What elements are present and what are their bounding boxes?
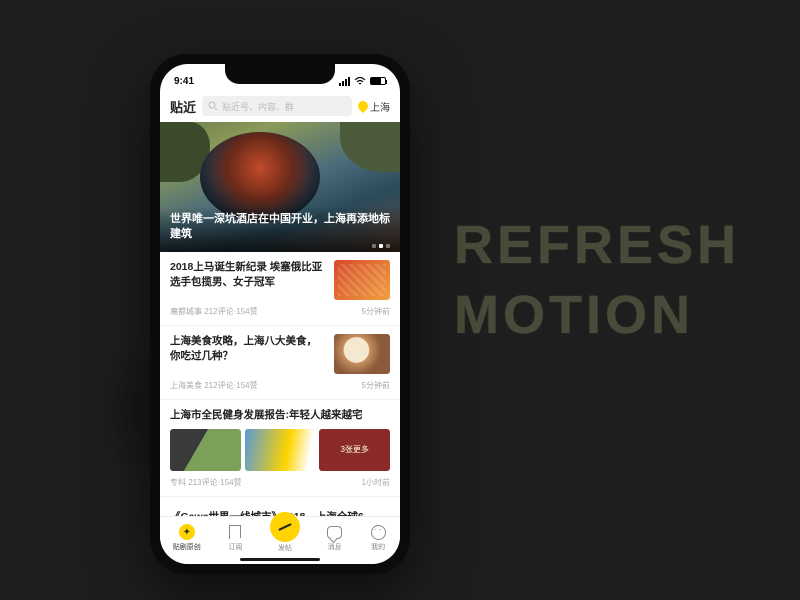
tab-label: 发帖: [278, 543, 292, 553]
hero-title: 世界唯一深坑酒店在中国开业，上海再添地标建筑: [160, 206, 400, 252]
compose-icon: [270, 512, 300, 542]
feed-thumbnail-more[interactable]: 3张更多: [319, 429, 390, 471]
feed-item[interactable]: 上海市全民健身发展报告:年轻人越来越宅 3张更多 专科 213评论·154赞 1…: [160, 400, 400, 497]
feed-thumbnail-row: 3张更多: [170, 429, 390, 471]
app-logo[interactable]: 贴近: [170, 97, 196, 116]
feed-thumbnail: [334, 334, 390, 374]
feed-item-meta: 专科 213评论·154赞: [170, 477, 242, 488]
feed-item-time: 5分钟前: [362, 306, 390, 317]
feed-item-title: 2018上马诞生新纪录 埃塞俄比亚选手包揽男、女子冠军: [170, 260, 326, 289]
tab-messages[interactable]: 消息: [326, 523, 344, 552]
location-pin-icon: [356, 99, 370, 113]
phone-frame: 9:41 贴近 贴近号、内容、群 上海 世界唯一深坑酒店在中国开业，上海再添地标…: [150, 54, 410, 574]
feed-item[interactable]: 2018上马诞生新纪录 埃塞俄比亚选手包揽男、女子冠军 魔都城事 212评论·1…: [160, 252, 400, 326]
carousel-dot[interactable]: [372, 244, 376, 248]
tab-profile[interactable]: 我的: [369, 523, 387, 552]
face-icon: [371, 525, 386, 540]
status-time: 9:41: [174, 76, 194, 87]
battery-icon: [370, 77, 386, 85]
feed-item-time: 5分钟前: [362, 380, 390, 391]
feed-thumbnail: [245, 429, 316, 471]
feed-item-time: 1小时前: [362, 477, 390, 488]
feed-item[interactable]: 上海美食攻略，上海八大美食，你吃过几种？ 上海美食 212评论·154赞 5分钟…: [160, 326, 400, 400]
bookmark-icon: [229, 525, 241, 539]
feed-item-title: 上海市全民健身发展报告:年轻人越来越宅: [170, 408, 390, 423]
tab-compose[interactable]: 发帖: [270, 522, 300, 553]
tab-home[interactable]: ✦ 贴剧原创: [173, 523, 201, 552]
feed-thumbnail: [334, 260, 390, 300]
home-icon: ✦: [179, 524, 195, 540]
carousel-dot[interactable]: [379, 244, 383, 248]
tab-subscribe[interactable]: 订阅: [226, 523, 244, 552]
tab-label: 贴剧原创: [173, 542, 201, 552]
feed-list[interactable]: 2018上马诞生新纪录 埃塞俄比亚选手包揽男、女子冠军 魔都城事 212评论·1…: [160, 252, 400, 516]
tab-label: 我的: [371, 542, 385, 552]
carousel-dots[interactable]: [372, 244, 390, 248]
app-header: 贴近 贴近号、内容、群 上海: [160, 92, 400, 122]
tab-label: 订阅: [228, 542, 242, 552]
location-label: 上海: [370, 99, 390, 114]
notch: [225, 64, 335, 84]
status-right: [339, 77, 386, 86]
hero-carousel[interactable]: 世界唯一深坑酒店在中国开业，上海再添地标建筑: [160, 122, 400, 252]
tab-label: 消息: [328, 542, 342, 552]
feed-thumbnail: [170, 429, 241, 471]
wifi-icon: [354, 77, 366, 86]
search-placeholder: 贴近号、内容、群: [222, 100, 294, 113]
tab-bar: ✦ 贴剧原创 订阅 发帖 消息 我的: [160, 516, 400, 564]
carousel-dot[interactable]: [386, 244, 390, 248]
screen: 9:41 贴近 贴近号、内容、群 上海 世界唯一深坑酒店在中国开业，上海再添地标…: [160, 64, 400, 564]
feed-item-meta: 魔都城事 212评论·154赞: [170, 306, 258, 317]
home-indicator[interactable]: [240, 558, 320, 561]
search-icon: [208, 101, 218, 111]
side-caption: REFRESH MOTION: [454, 210, 740, 350]
signal-icon: [339, 77, 350, 86]
location-button[interactable]: 上海: [358, 99, 390, 114]
feed-item-meta: 上海美食 212评论·154赞: [170, 380, 258, 391]
side-caption-line2: MOTION: [454, 280, 740, 350]
hero-image-decor: [340, 122, 400, 172]
feed-item-title: 上海美食攻略，上海八大美食，你吃过几种？: [170, 334, 326, 363]
side-caption-line1: REFRESH: [454, 210, 740, 280]
search-input[interactable]: 贴近号、内容、群: [202, 96, 352, 116]
chat-icon: [327, 526, 342, 539]
